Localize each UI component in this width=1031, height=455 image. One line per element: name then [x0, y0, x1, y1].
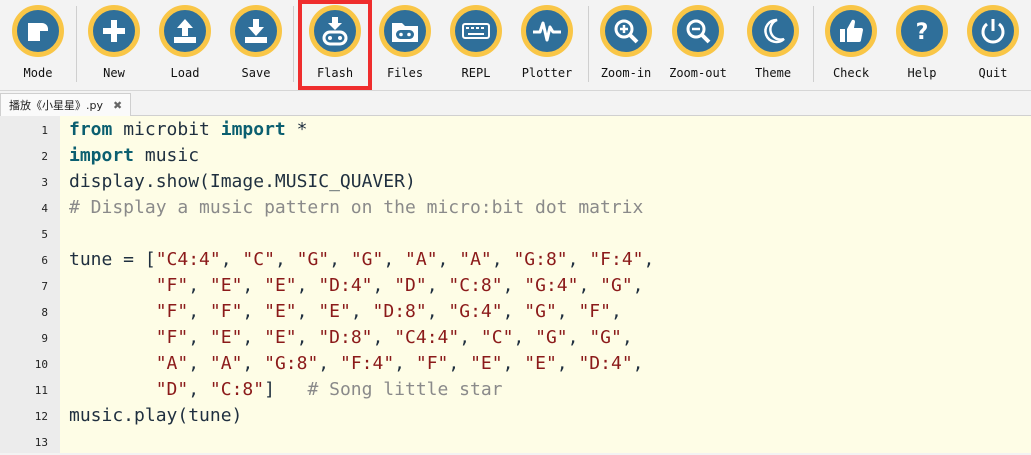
pulse-icon	[521, 5, 573, 57]
theme-button[interactable]: Theme	[739, 2, 807, 88]
code-text: "D", "C:8"] # Song little star	[155, 379, 503, 400]
repl-label: REPL	[461, 66, 491, 80]
help-button[interactable]: ? Help	[888, 2, 956, 88]
line-number: 4	[41, 202, 48, 215]
check-button[interactable]: Check	[817, 2, 885, 88]
line-number: 10	[34, 358, 48, 371]
tab-filename: 播放《小星星》.py	[9, 99, 103, 112]
svg-text:?: ?	[916, 20, 929, 45]
code-text: music.play(tune)	[69, 405, 243, 426]
files-label: Files	[386, 66, 424, 80]
tab-close-icon[interactable]: ✖	[113, 99, 122, 112]
load-label: Load	[170, 66, 200, 80]
load-button[interactable]: Load	[151, 2, 219, 88]
download-icon	[230, 5, 282, 57]
save-label: Save	[241, 66, 271, 80]
check-label: Check	[832, 66, 870, 80]
code-text: from microbit import *	[69, 119, 308, 140]
zoom-in-button[interactable]: Zoom-in	[592, 2, 660, 88]
mode-label: Mode	[23, 66, 53, 80]
code-text: "F", "E", "E", "D:4", "D", "C:8", "G:4",…	[155, 275, 644, 296]
theme-label: Theme	[754, 66, 792, 80]
new-button[interactable]: New	[80, 2, 148, 88]
line-number: 2	[41, 150, 48, 163]
save-button[interactable]: Save	[222, 2, 290, 88]
tab-file[interactable]: 播放《小星星》.py ✖	[0, 93, 132, 116]
line-number: 1	[41, 124, 48, 137]
code-line: 2 import music	[0, 143, 1031, 169]
toolbar: Mode New Load Save Flash Files REPL Plot…	[0, 0, 1031, 91]
toolbar-separator	[588, 6, 589, 82]
line-number: 11	[34, 384, 48, 397]
new-label: New	[103, 66, 125, 80]
plus-icon	[88, 5, 140, 57]
mode-icon	[12, 5, 64, 57]
flash-label: Flash	[316, 66, 354, 80]
code-text: import music	[69, 145, 200, 166]
zoom-in-icon	[600, 5, 652, 57]
code-line: 13	[0, 429, 1031, 455]
toolbar-separator	[293, 6, 294, 82]
files-icon	[379, 5, 431, 57]
plotter-label: Plotter	[521, 66, 573, 80]
tab-bar: 播放《小星星》.py ✖	[0, 91, 1031, 116]
code-text: "A", "A", "G:8", "F:4", "F", "E", "E", "…	[155, 353, 644, 374]
line-number: 7	[41, 280, 48, 293]
code-text: tune = ["C4:4", "C", "G", "G", "A", "A",…	[69, 249, 655, 270]
mode-button[interactable]: Mode	[4, 2, 72, 88]
code-text: # Display a music pattern on the micro:b…	[69, 197, 644, 218]
question-icon: ?	[896, 5, 948, 57]
line-number: 3	[41, 176, 48, 189]
code-text: "F", "F", "E", "E", "D:8", "G:4", "G", "…	[155, 301, 622, 322]
plotter-button[interactable]: Plotter	[513, 2, 581, 88]
line-number: 13	[34, 436, 48, 449]
code-line: 5	[0, 221, 1031, 247]
quit-label: Quit	[978, 66, 1008, 80]
line-number: 6	[41, 254, 48, 267]
repl-button[interactable]: REPL	[442, 2, 510, 88]
code-line: 10 "A", "A", "G:8", "F:4", "F", "E", "E"…	[0, 351, 1031, 377]
power-icon	[967, 5, 1019, 57]
line-number: 8	[41, 306, 48, 319]
code-line: 9 "F", "E", "E", "D:8", "C4:4", "C", "G"…	[0, 325, 1031, 351]
code-line: 3 display.show(Image.MUSIC_QUAVER)	[0, 169, 1031, 195]
line-number: 5	[41, 228, 48, 241]
toolbar-separator	[76, 6, 77, 82]
toolbar-separator	[813, 6, 814, 82]
quit-button[interactable]: Quit	[959, 2, 1027, 88]
files-button[interactable]: Files	[371, 2, 439, 88]
code-line: 1 from microbit import *	[0, 117, 1031, 143]
code-line: 11 "D", "C:8"] # Song little star	[0, 377, 1031, 403]
keyboard-icon	[450, 5, 502, 57]
code-line: 8 "F", "F", "E", "E", "D:8", "G:4", "G",…	[0, 299, 1031, 325]
line-number: 9	[41, 332, 48, 345]
flash-button[interactable]: Flash	[298, 0, 372, 90]
thumbs-up-icon	[825, 5, 877, 57]
code-line: 7 "F", "E", "E", "D:4", "D", "C:8", "G:4…	[0, 273, 1031, 299]
code-editor[interactable]: 1 from microbit import * 2 import music …	[0, 116, 1031, 453]
upload-icon	[159, 5, 211, 57]
help-label: Help	[907, 66, 937, 80]
zoom-out-button[interactable]: Zoom-out	[664, 2, 732, 88]
code-text: "F", "E", "E", "D:8", "C4:4", "C", "G", …	[155, 327, 633, 348]
zoom-out-label: Zoom-out	[669, 66, 727, 80]
code-text: display.show(Image.MUSIC_QUAVER)	[69, 171, 416, 192]
code-line: 4 # Display a music pattern on the micro…	[0, 195, 1031, 221]
moon-icon	[747, 5, 799, 57]
zoom-out-icon	[672, 5, 724, 57]
line-number: 12	[34, 410, 48, 423]
zoom-in-label: Zoom-in	[600, 66, 652, 80]
code-line: 6 tune = ["C4:4", "C", "G", "G", "A", "A…	[0, 247, 1031, 273]
microbit-flash-icon	[309, 5, 361, 57]
code-line: 12 music.play(tune)	[0, 403, 1031, 429]
